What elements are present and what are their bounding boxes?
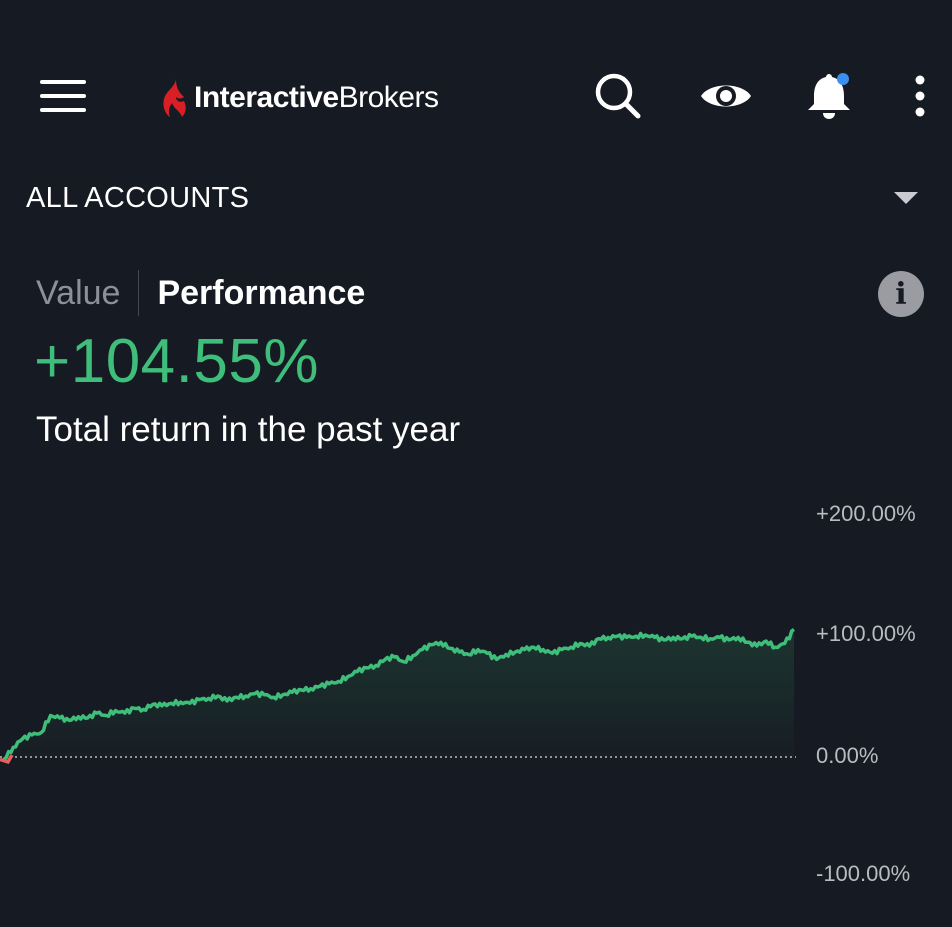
search-icon[interactable] xyxy=(592,70,644,122)
y-tick-label: +200.00% xyxy=(816,501,916,526)
logo-text-regular: Brokers xyxy=(338,81,439,114)
y-tick-label: -100.00% xyxy=(816,861,911,886)
interactive-brokers-logo: InteractiveBrokers xyxy=(160,74,439,122)
info-icon[interactable]: i xyxy=(878,271,924,317)
notification-dot xyxy=(837,73,849,85)
total-return-caption: Total return in the past year xyxy=(36,410,461,449)
view-tabs: Value Performance xyxy=(36,268,365,318)
y-tick-label: 0.00% xyxy=(816,743,879,768)
y-tick-label: +100.00% xyxy=(816,621,916,646)
more-vertical-icon[interactable] xyxy=(904,70,936,122)
menu-icon[interactable] xyxy=(38,74,88,118)
performance-chart: +200.00% +100.00% 0.00% -100.00% xyxy=(0,480,952,922)
top-app-bar: InteractiveBrokers xyxy=(0,0,952,150)
tab-divider xyxy=(138,270,140,316)
chevron-down-icon xyxy=(894,192,918,204)
total-return-value: +104.55% xyxy=(34,327,319,396)
area-fill xyxy=(4,629,794,760)
tab-value[interactable]: Value xyxy=(36,274,120,313)
logo-text-bold: Interactive xyxy=(194,81,339,114)
performance-chart-svg xyxy=(0,627,796,764)
logo-text: InteractiveBrokers xyxy=(194,81,439,115)
brand-flame-icon xyxy=(163,79,186,117)
tab-performance[interactable]: Performance xyxy=(157,274,365,313)
bell-icon[interactable] xyxy=(804,70,854,122)
eye-icon[interactable] xyxy=(698,70,754,122)
account-selector-label: ALL ACCOUNTS xyxy=(26,182,250,214)
account-selector[interactable]: ALL ACCOUNTS xyxy=(0,170,952,226)
